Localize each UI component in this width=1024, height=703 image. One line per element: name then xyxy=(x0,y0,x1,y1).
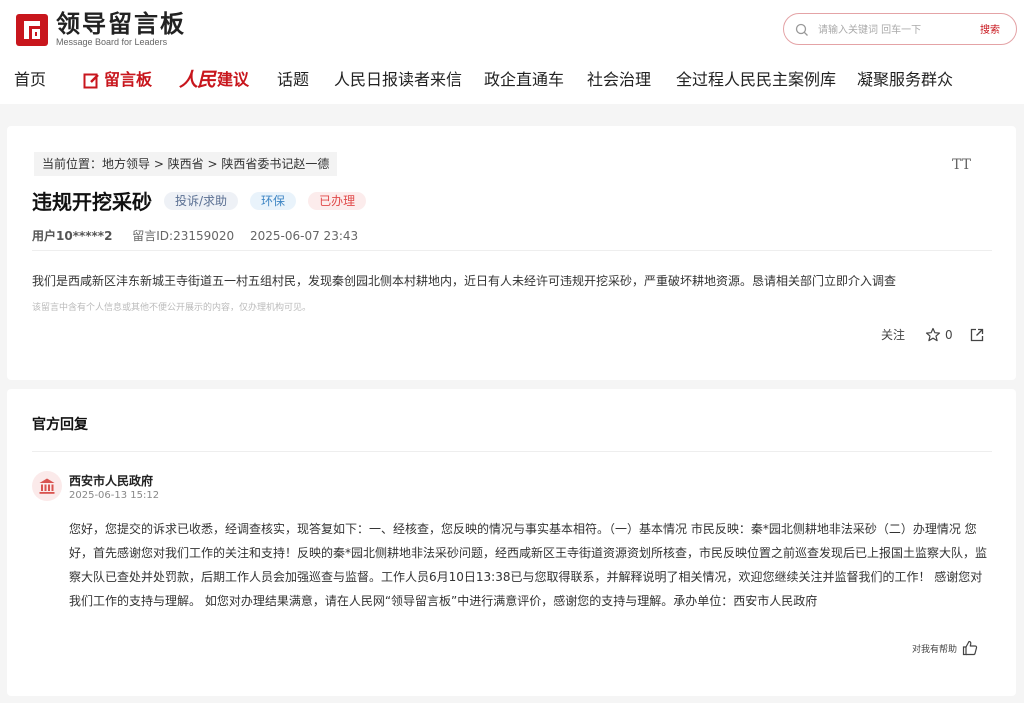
tag-field: 环保 xyxy=(250,191,297,210)
nav-gov-enterprise[interactable]: 政企直通车 xyxy=(484,66,564,94)
breadcrumb[interactable]: 当前位置：地方领导 > 陕西省 > 陕西省委书记赵一德 xyxy=(34,152,338,176)
divider xyxy=(32,250,992,251)
share-icon[interactable] xyxy=(969,327,985,343)
nav-readers-letters[interactable]: 人民日报读者来信 xyxy=(334,66,462,94)
message-title: 违规开挖采砂 xyxy=(32,190,152,214)
divider xyxy=(32,451,992,452)
nav-home[interactable]: 首页 xyxy=(14,66,46,94)
avatar xyxy=(32,471,62,501)
message-datetime: 2025-06-07 23:43 xyxy=(250,229,359,243)
main-nav: 首页 留言板 人民 建议 话题 人民日报读者来信 政企直通车 社会治理 全过程人… xyxy=(0,66,1024,96)
font-size-icon[interactable]: TT xyxy=(952,157,971,173)
reply-body: 您好，您提交的诉求已收悉，经调查核实，现答复如下：一、经核查，您反映的情况与事实… xyxy=(69,522,988,608)
search-input[interactable] xyxy=(818,20,968,40)
thumbs-up-icon xyxy=(962,640,978,656)
nav-serve-masses[interactable]: 凝聚服务群众 xyxy=(857,66,953,94)
star-count: 0 xyxy=(945,327,953,342)
nav-democracy-cases[interactable]: 全过程人民民主案例库 xyxy=(676,66,836,94)
message-actions: 关注 0 xyxy=(881,326,985,343)
nav-topics[interactable]: 话题 xyxy=(277,66,309,94)
site-logo[interactable]: 领导留言板 Message Board for Leaders xyxy=(14,11,186,48)
nav-message-board[interactable]: 留言板 xyxy=(83,66,152,94)
search-box: 搜索 xyxy=(783,13,1017,45)
message-user: 用户10*****2 xyxy=(32,229,113,243)
tag-type: 投诉/求助 xyxy=(164,191,239,210)
government-building-icon xyxy=(39,478,55,494)
search-button[interactable]: 搜索 xyxy=(980,21,1000,36)
reply-heading: 官方回复 xyxy=(32,417,88,433)
follow-button[interactable]: 关注 xyxy=(881,326,905,343)
status-badge: 已办理 xyxy=(308,191,367,210)
star-button[interactable]: 0 xyxy=(925,327,953,343)
edit-note-icon xyxy=(83,73,99,88)
reply-date: 2025-06-13 15:12 xyxy=(69,490,160,501)
site-header: 领导留言板 Message Board for Leaders 搜索 首页 留言… xyxy=(0,0,1024,104)
search-icon xyxy=(795,23,808,36)
title-row: 违规开挖采砂 投诉/求助 环保 已办理 xyxy=(32,186,367,215)
message-meta: 用户10*****2 留言ID:23159020 2025-06-07 23:4… xyxy=(32,227,358,244)
nav-social-governance[interactable]: 社会治理 xyxy=(587,66,651,94)
helpful-label: 对我有帮助 xyxy=(912,644,958,655)
nav-people-suggestion[interactable]: 人民 建议 xyxy=(179,66,249,94)
logo-title: 领导留言板 xyxy=(56,10,186,38)
helpful-button[interactable]: 对我有帮助 xyxy=(912,640,978,656)
reply-card: 官方回复 西安市人民政府 2025-06-13 15:12 您好，您提交的诉求已… xyxy=(7,389,1016,696)
nav-message-board-label: 留言板 xyxy=(104,70,153,89)
logo-subtitle: Message Board for Leaders xyxy=(56,37,168,47)
reply-org-name: 西安市人民政府 xyxy=(69,474,154,488)
message-content: 我们是西咸新区沣东新城王寺街道五一村五组村民，发现秦创园北侧本村耕地内，近日有人… xyxy=(32,274,897,288)
logo-mark-icon xyxy=(16,13,48,46)
nav-suggestion-label: 建议 xyxy=(217,70,250,89)
star-icon xyxy=(925,327,941,341)
privacy-note: 该留言中含有个人信息或其他不便公开展示的内容，仅办理机构可见。 xyxy=(32,303,312,313)
renmin-script-logo: 人民 xyxy=(179,69,216,91)
message-id: 留言ID:23159020 xyxy=(132,229,235,243)
message-card: 当前位置：地方领导 > 陕西省 > 陕西省委书记赵一德 TT 违规开挖采砂 投诉… xyxy=(7,126,1016,380)
